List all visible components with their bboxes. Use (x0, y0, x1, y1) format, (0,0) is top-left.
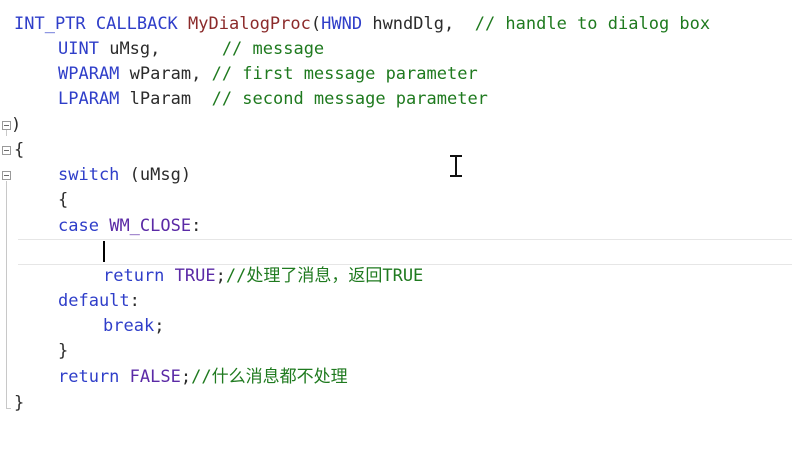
token-comment: //处理了消息，返回TRUE (225, 266, 424, 286)
code-line-3[interactable]: WPARAM wParam, // first message paramete… (58, 62, 478, 87)
token-keyword: break (103, 316, 155, 336)
token-comment: // first message parameter (211, 64, 478, 84)
fold-collapse-icon-params[interactable] (2, 121, 11, 130)
code-line-4[interactable]: LPARAM lParam // second message paramete… (58, 87, 488, 112)
code-line-16[interactable]: } (14, 391, 24, 416)
token-param: lParam (129, 89, 192, 109)
token-comment: // second message parameter (211, 89, 488, 109)
token-punct: : (129, 291, 140, 311)
token-constant: TRUE (174, 266, 216, 286)
token-function: MyDialogProc (188, 14, 311, 34)
text-caret (103, 241, 105, 262)
token-constant: FALSE (129, 367, 181, 387)
token-keyword: return (103, 266, 165, 286)
token-punct: ; (154, 316, 165, 336)
token-brace: } (58, 341, 69, 361)
fold-guide (6, 130, 7, 136)
token-comment: //什么消息都不处理 (191, 367, 348, 387)
token-comment: // handle to dialog box (474, 14, 711, 34)
token-punct: ( (310, 14, 322, 34)
token-type: CALLBACK (95, 14, 178, 34)
token-type: HWND (321, 14, 363, 34)
ibeam-cursor-icon (450, 155, 462, 177)
fold-guide (6, 181, 7, 408)
token-punct: ) (11, 115, 22, 135)
code-line-8[interactable]: { (58, 188, 68, 213)
code-line-14[interactable]: } (58, 339, 68, 364)
token-type: INT_PTR (14, 14, 86, 34)
token-type: LPARAM (58, 89, 120, 109)
token-punct: , (443, 14, 455, 34)
code-line-13[interactable]: break; (103, 314, 164, 339)
token-constant: WM_CLOSE (109, 216, 192, 236)
token-keyword: default (58, 291, 130, 311)
token-type: WPARAM (58, 64, 120, 84)
code-line-5[interactable]: ) (11, 113, 21, 138)
code-line-15[interactable]: return FALSE;//什么消息都不处理 (58, 365, 348, 390)
token-comment: // message (221, 39, 325, 59)
code-line-2[interactable]: UINT uMsg, // message (58, 37, 324, 62)
token-keyword: return (58, 367, 120, 387)
token-punct: ; (215, 266, 226, 286)
token-brace: } (14, 393, 25, 413)
token-expression: (uMsg) (129, 165, 192, 185)
fold-guide-end (6, 408, 11, 409)
token-type: UINT (58, 39, 99, 59)
token-punct: ; (180, 367, 192, 387)
fold-collapse-icon-body[interactable] (2, 146, 11, 155)
token-param: uMsg, (109, 39, 161, 59)
token-punct: : (191, 216, 202, 236)
token-keyword: switch (58, 165, 120, 185)
token-param: hwndDlg (372, 14, 444, 34)
fold-collapse-icon-switch[interactable] (2, 171, 11, 180)
code-line-1[interactable]: INT_PTR CALLBACK MyDialogProc(HWND hwndD… (14, 12, 710, 37)
code-editor[interactable]: INT_PTR CALLBACK MyDialogProc(HWND hwndD… (0, 0, 792, 464)
token-brace: { (14, 140, 25, 160)
code-line-11[interactable]: return TRUE;//处理了消息，返回TRUE (103, 264, 423, 289)
code-line-12[interactable]: default: (58, 289, 140, 314)
code-line-9[interactable]: case WM_CLOSE: (58, 214, 201, 239)
code-line-6[interactable]: { (14, 138, 24, 163)
code-line-7[interactable]: switch (uMsg) (58, 163, 191, 188)
current-line-highlight (18, 239, 792, 240)
token-keyword: case (58, 216, 99, 236)
token-param: wParam, (129, 64, 202, 84)
token-brace: { (58, 190, 69, 210)
